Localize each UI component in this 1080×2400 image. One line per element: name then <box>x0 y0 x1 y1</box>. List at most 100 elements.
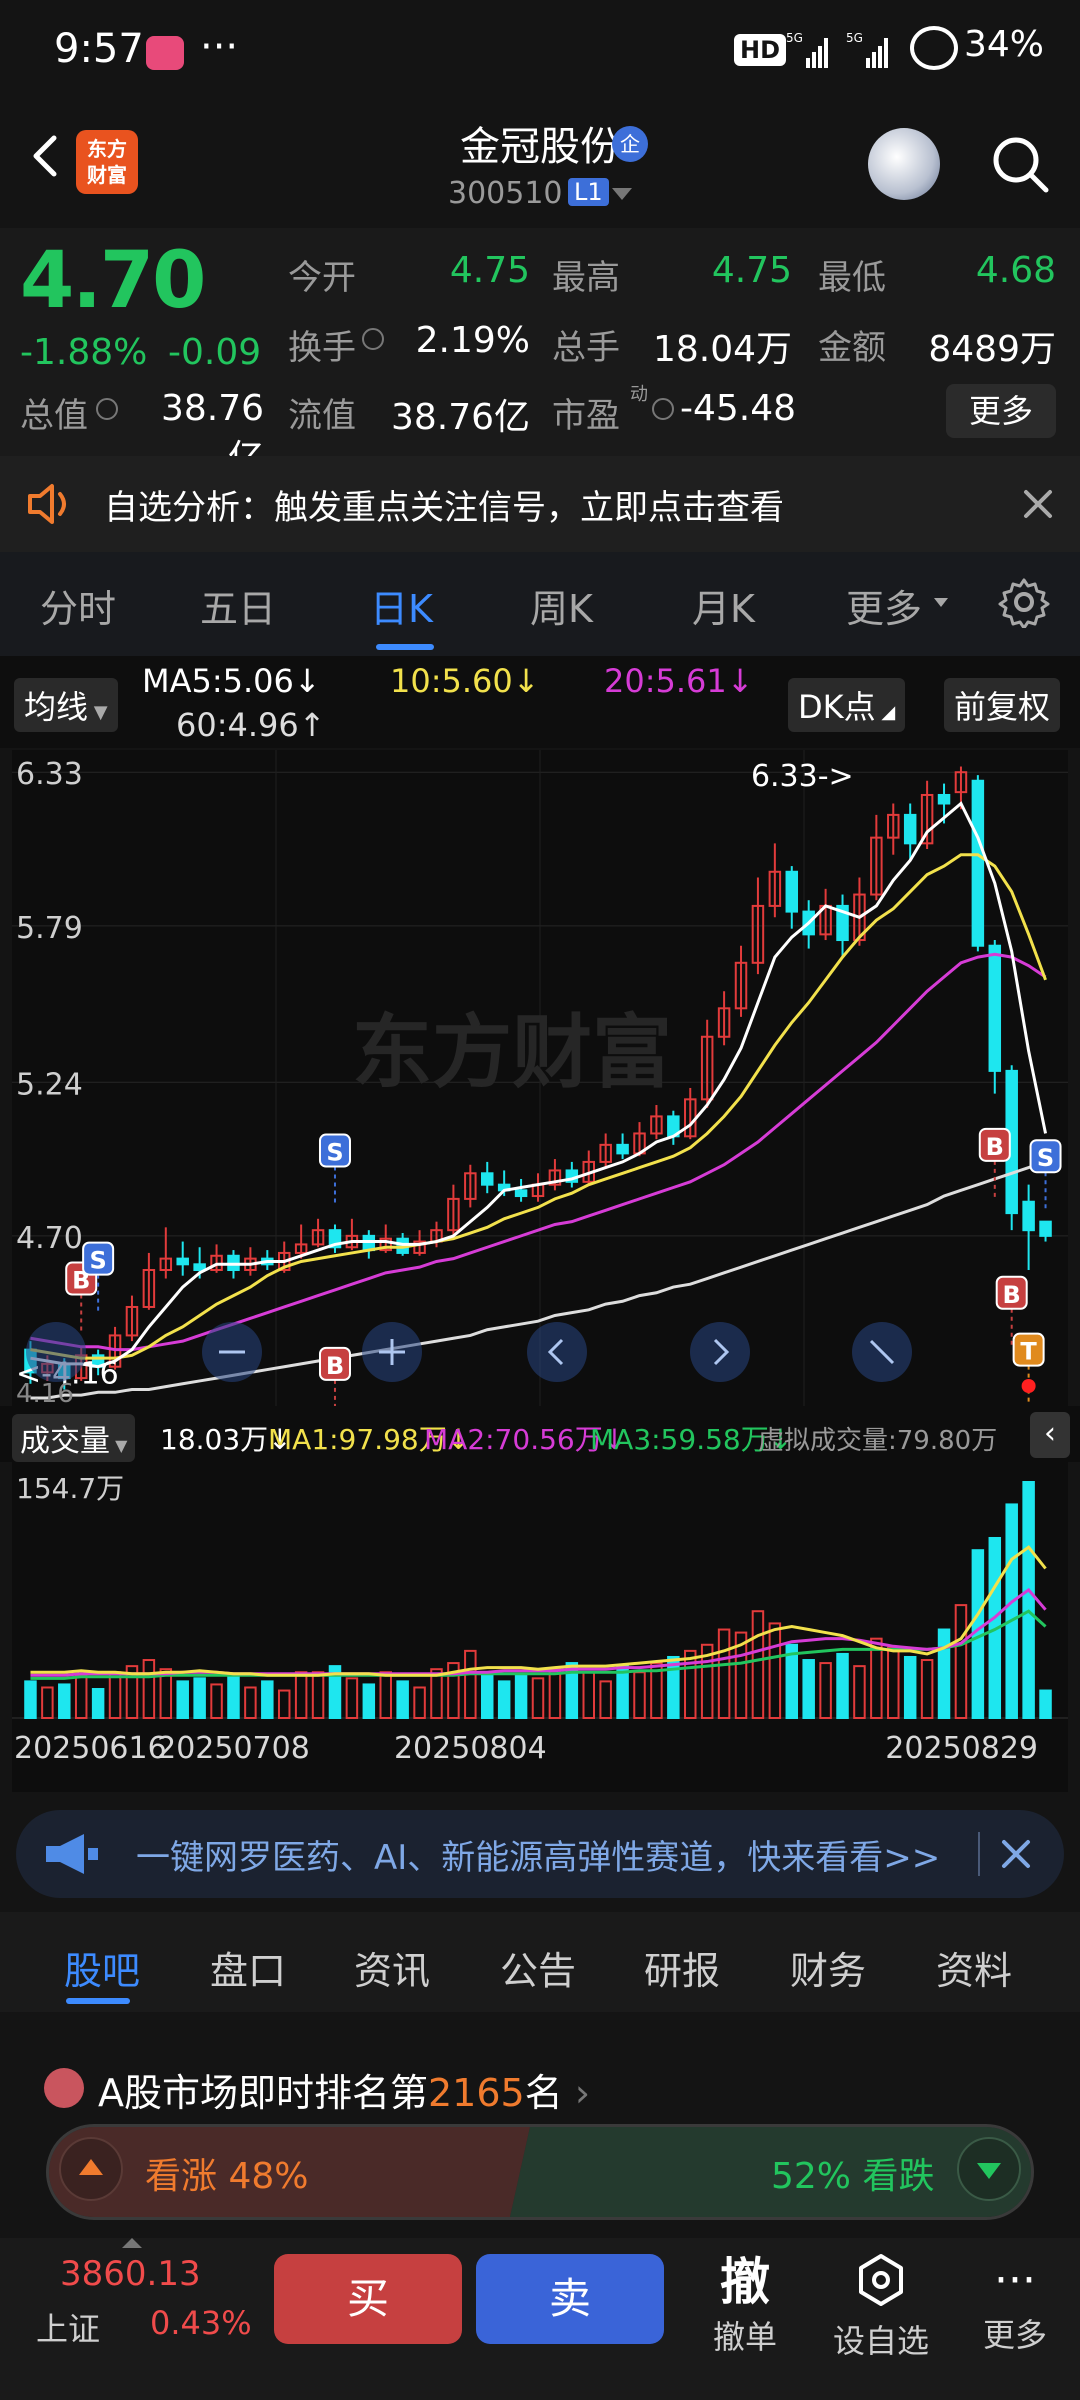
close-icon[interactable] <box>1000 1838 1032 1870</box>
indicator-selector[interactable]: 成交量 ▼ <box>12 1414 136 1462</box>
ma-selector[interactable]: 均线 ▼ <box>14 678 118 732</box>
index-value[interactable]: 3860.13 <box>60 2254 201 2294</box>
level-badge[interactable]: L1 <box>568 178 609 206</box>
hexagon-settings-icon <box>859 2254 903 2306</box>
stock-header: 东方 财富 金冠股份 企 300510 L1 <box>0 100 1080 228</box>
tab-orderbook[interactable]: 盘口 <box>210 1940 286 1995</box>
revoke-order-button[interactable]: 撤 撤单 <box>690 2252 800 2358</box>
ai-assistant-icon[interactable] <box>868 128 940 200</box>
add-watchlist-button[interactable]: 设自选 <box>826 2252 936 2362</box>
x-date-label: 20250804 <box>394 1731 547 1766</box>
high-price-label: 6.33-> <box>751 759 854 794</box>
sell-button[interactable]: 卖 <box>476 2254 664 2344</box>
battery-level: 34% <box>964 24 1045 65</box>
up-triangle-icon <box>79 2159 103 2175</box>
volume-bar <box>311 1671 325 1720</box>
amount-label: 金额 <box>818 328 886 368</box>
tab-more-periods[interactable]: 更多 <box>846 578 922 633</box>
up-arrow-icon: ↑ <box>298 706 326 744</box>
chart-bar-icon <box>44 2068 84 2108</box>
pe-value: -45.48 <box>680 388 797 429</box>
chart-left-icon <box>527 1322 587 1382</box>
marker-label: B <box>1003 1281 1021 1309</box>
high-label: 最高 <box>552 258 620 298</box>
bullish-button[interactable] <box>59 2137 123 2201</box>
volume-bar <box>836 1652 849 1719</box>
volume-bar <box>210 1683 223 1719</box>
volume-bar <box>345 1677 359 1719</box>
volume-bar <box>684 1649 697 1720</box>
settings-gear-icon[interactable] <box>998 576 1050 628</box>
signal-icon-2: 5G <box>846 31 888 68</box>
divider <box>978 1832 980 1876</box>
volume-bar <box>362 1683 376 1719</box>
chevron-down-icon[interactable] <box>612 188 632 200</box>
volume-bar <box>1005 1503 1018 1719</box>
volume-bar <box>853 1665 866 1719</box>
more-quote-button[interactable]: 更多 <box>946 384 1056 438</box>
tab-daily-k[interactable]: 日K <box>370 578 433 633</box>
analysis-notice[interactable]: 自选分析：触发重点关注信号，立即点击查看 <box>0 456 1080 552</box>
chart-expand-icon <box>852 1322 912 1382</box>
tab-intraday[interactable]: 分时 <box>40 578 116 633</box>
ma-selector-label: 均线 <box>24 688 89 726</box>
volume-label: 总手 <box>552 328 620 368</box>
volume-bar <box>802 1659 815 1720</box>
y-tick-label: 6.33 <box>16 757 83 792</box>
close-icon[interactable] <box>1022 488 1054 520</box>
ma20-value: 20:5.61↓ <box>604 662 754 700</box>
hd-icon: HD <box>734 34 787 66</box>
volume-bar <box>58 1683 71 1719</box>
rank-text[interactable]: A股市场即时排名第2165名 › <box>98 2062 590 2117</box>
turnover-label: 换手 <box>288 328 356 368</box>
tab-announcements[interactable]: 公告 <box>500 1940 576 1995</box>
indicator-label: 成交量 <box>20 1424 110 1459</box>
tab-five-day[interactable]: 五日 <box>200 578 276 633</box>
dk-point-selector[interactable]: DK点 ◢ <box>788 678 906 732</box>
last-price: 4.70 <box>20 236 206 326</box>
more-button[interactable]: ··· 更多 <box>960 2252 1070 2356</box>
tab-finance[interactable]: 财务 <box>790 1940 866 1995</box>
tab-weekly-k[interactable]: 周K <box>530 578 593 633</box>
signal-icon: 5G <box>786 31 828 68</box>
marker-label: S <box>1037 1144 1054 1172</box>
collapse-chevron-icon[interactable]: ‹ <box>1030 1412 1070 1458</box>
info-icon[interactable] <box>652 398 674 420</box>
revoke-label: 撤单 <box>712 2318 777 2356</box>
promo-banner[interactable]: 一键网罗医药、AI、新能源高弹性赛道，快来看看>> <box>16 1810 1064 1898</box>
expand-up-icon[interactable] <box>122 2238 142 2248</box>
ma60-value: 60:4.96↑ <box>176 706 326 744</box>
ma10-line <box>30 853 1047 1360</box>
rank-prefix: A股市场即时排名第 <box>98 2071 428 2115</box>
down-arrow-icon: ↓ <box>726 662 754 700</box>
marker-label: B <box>326 1352 344 1380</box>
tab-research[interactable]: 研报 <box>644 1940 720 1995</box>
tab-profile[interactable]: 资料 <box>936 1940 1012 1995</box>
tab-news[interactable]: 资讯 <box>354 1940 430 1995</box>
dropdown-icon: ▼ <box>110 1436 128 1455</box>
info-icon[interactable] <box>362 328 384 350</box>
bearish-button[interactable] <box>957 2137 1021 2201</box>
volume-bar <box>294 1671 308 1720</box>
volume-bar <box>531 1677 545 1719</box>
volume-bar <box>717 1628 731 1720</box>
volume-bar <box>413 1686 426 1719</box>
candle-body <box>616 1143 629 1155</box>
tab-forum[interactable]: 股吧 <box>64 1940 140 1995</box>
search-icon[interactable] <box>988 132 1052 196</box>
volume-bar <box>599 1680 612 1720</box>
index-change: 0.43% <box>150 2304 252 2342</box>
volume-chart[interactable]: 154.7万 2025061620250708 20250804 20250829 <box>12 1462 1068 1792</box>
buy-button[interactable]: 买 <box>274 2254 462 2344</box>
signal-marker-b: B <box>318 1346 351 1406</box>
status-time: 9:57 <box>54 26 144 72</box>
volume-bar <box>277 1689 291 1720</box>
candle-body <box>937 793 951 805</box>
tab-monthly-k[interactable]: 月K <box>692 578 755 633</box>
info-icon[interactable] <box>96 398 118 420</box>
down-triangle-icon <box>977 2163 1001 2179</box>
candlestick-chart[interactable]: 6.335.795.244.70东方财富6.33-><-4.164.16BSSB… <box>12 750 1068 1406</box>
candle-body <box>971 779 985 947</box>
open-label: 今开 <box>288 258 356 298</box>
adjust-selector[interactable]: 前复权 <box>944 678 1061 732</box>
